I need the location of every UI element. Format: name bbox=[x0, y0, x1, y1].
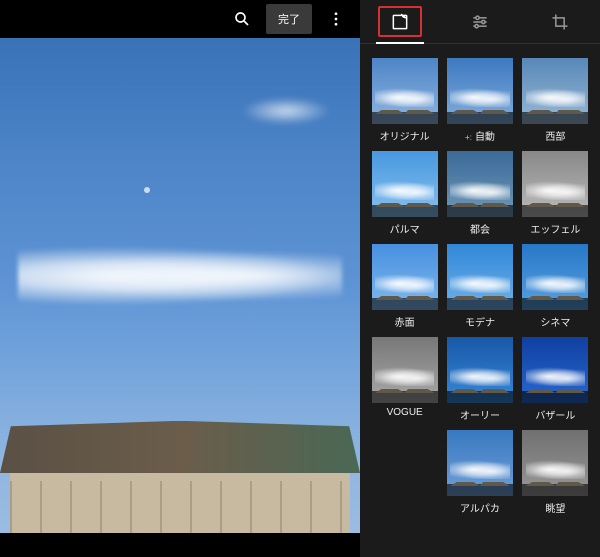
filter-blush[interactable]: 赤面 bbox=[372, 244, 438, 329]
preview-toolbar: 完了 bbox=[0, 0, 360, 38]
filter-cinema[interactable]: シネマ bbox=[522, 244, 588, 329]
filter-label: 赤面 bbox=[395, 314, 415, 329]
filter-thumbnail bbox=[447, 430, 513, 496]
filter-label: パルマ bbox=[390, 221, 420, 236]
preview-image[interactable] bbox=[0, 38, 360, 533]
filter-vogue[interactable]: VOGUE bbox=[372, 337, 438, 422]
filter-thumbnail bbox=[372, 337, 438, 403]
filter-label: バザール bbox=[535, 407, 575, 422]
filter-label: モデナ bbox=[465, 314, 495, 329]
filter-label: エッフェル bbox=[530, 221, 580, 236]
spacer bbox=[372, 430, 438, 515]
filter-ollie[interactable]: オーリー bbox=[447, 337, 513, 422]
filter-label: 西部 bbox=[545, 128, 565, 143]
photo-editor: 完了 オリジナル+: bbox=[0, 0, 600, 557]
cloud bbox=[241, 97, 331, 125]
filter-thumbnail bbox=[372, 244, 438, 310]
tab-adjust[interactable] bbox=[440, 0, 520, 43]
filter-vista[interactable]: 眺望 bbox=[522, 430, 588, 515]
filter-label: オーリー bbox=[460, 407, 500, 422]
tab-crop[interactable] bbox=[520, 0, 600, 43]
filter-thumbnail bbox=[372, 58, 438, 124]
filter-thumbnail bbox=[447, 244, 513, 310]
filter-auto[interactable]: +:自動 bbox=[447, 58, 513, 143]
filter-thumbnail bbox=[447, 337, 513, 403]
filter-label: アルパカ bbox=[460, 500, 500, 515]
preview-pane: 完了 bbox=[0, 0, 360, 557]
filter-label: オリジナル bbox=[380, 128, 430, 143]
filter-label: VOGUE bbox=[387, 407, 423, 418]
filter-thumbnail bbox=[522, 58, 588, 124]
panel-tabs bbox=[360, 0, 600, 44]
filter-alpaca[interactable]: アルパカ bbox=[447, 430, 513, 515]
filter-thumbnail bbox=[447, 58, 513, 124]
building bbox=[0, 421, 360, 533]
filter-label: +:自動 bbox=[465, 128, 495, 143]
tab-filters[interactable] bbox=[360, 0, 440, 43]
filter-thumbnail bbox=[522, 151, 588, 217]
filter-bazaar[interactable]: バザール bbox=[522, 337, 588, 422]
filter-thumbnail bbox=[522, 430, 588, 496]
filter-label: シネマ bbox=[540, 314, 570, 329]
filter-thumbnail bbox=[522, 244, 588, 310]
filter-original[interactable]: オリジナル bbox=[372, 58, 438, 143]
filter-thumbnail bbox=[372, 151, 438, 217]
done-button[interactable]: 完了 bbox=[266, 4, 312, 34]
more-icon[interactable] bbox=[318, 3, 354, 35]
filter-modena[interactable]: モデナ bbox=[447, 244, 513, 329]
filter-west[interactable]: 西部 bbox=[522, 58, 588, 143]
highlight-box bbox=[378, 6, 422, 37]
filter-metro[interactable]: 都会 bbox=[447, 151, 513, 236]
filter-thumbnail bbox=[447, 151, 513, 217]
zoom-icon[interactable] bbox=[224, 3, 260, 35]
filter-eiffel[interactable]: エッフェル bbox=[522, 151, 588, 236]
filter-label: 眺望 bbox=[545, 500, 565, 515]
cloud bbox=[18, 246, 342, 306]
edit-panel: オリジナル +:自動 西部パルマ 都会 エッフェル赤面 モデナ シネマ VOGUE オーリー バザ… bbox=[360, 0, 600, 557]
filter-palma[interactable]: パルマ bbox=[372, 151, 438, 236]
filter-label: 都会 bbox=[470, 221, 490, 236]
filter-thumbnail bbox=[522, 337, 588, 403]
filter-grid: オリジナル +:自動 西部パルマ 都会 エッフェル赤面 モデナ シネマ VOGUE オーリー バザ… bbox=[360, 44, 600, 557]
moon bbox=[144, 187, 150, 193]
